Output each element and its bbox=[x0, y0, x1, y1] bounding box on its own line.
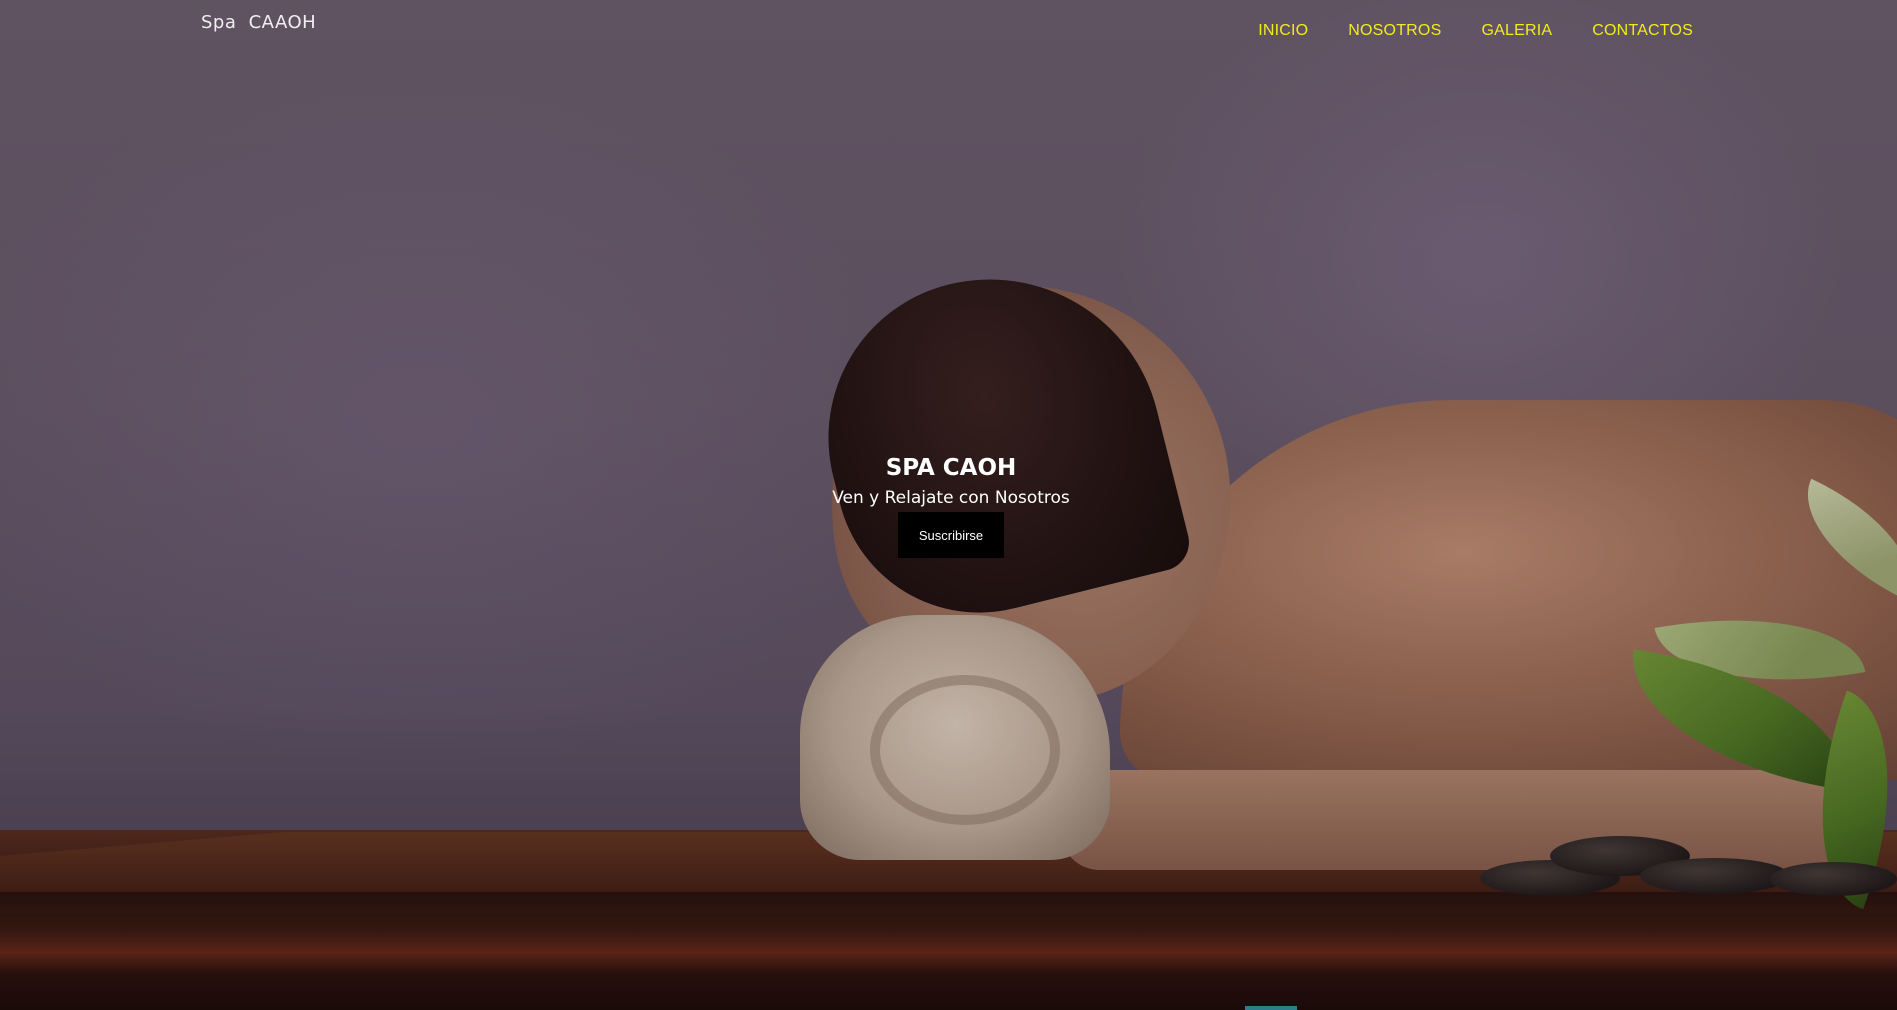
nav-item-inicio: INICIO bbox=[1258, 20, 1308, 40]
hero-section: SPA CAOH Ven y Relajate con Nosotros Sus… bbox=[0, 451, 1897, 558]
nav-link-nosotros[interactable]: NOSOTROS bbox=[1348, 22, 1441, 39]
site-header: Spa CAAOH INICIO NOSOTROS GALERIA CONTAC… bbox=[0, 0, 1897, 62]
scroll-indicator bbox=[1245, 1006, 1297, 1010]
nav-item-nosotros: NOSOTROS bbox=[1348, 20, 1441, 40]
subscribe-button[interactable]: Suscribirse bbox=[898, 512, 1004, 558]
page: Spa CAAOH INICIO NOSOTROS GALERIA CONTAC… bbox=[0, 0, 1897, 1010]
nav-link-inicio[interactable]: INICIO bbox=[1258, 22, 1308, 39]
nav-item-contactos: CONTACTOS bbox=[1592, 20, 1693, 40]
hero-subtitle: Ven y Relajate con Nosotros bbox=[832, 488, 1070, 508]
nav-item-galeria: GALERIA bbox=[1481, 20, 1552, 40]
hero-title: SPA CAOH bbox=[885, 455, 1017, 481]
nav-link-contactos[interactable]: CONTACTOS bbox=[1592, 22, 1693, 39]
brand-logo-link[interactable]: Spa CAAOH bbox=[201, 12, 316, 33]
main-nav: INICIO NOSOTROS GALERIA CONTACTOS bbox=[1258, 20, 1693, 40]
nav-link-galeria[interactable]: GALERIA bbox=[1481, 22, 1552, 39]
